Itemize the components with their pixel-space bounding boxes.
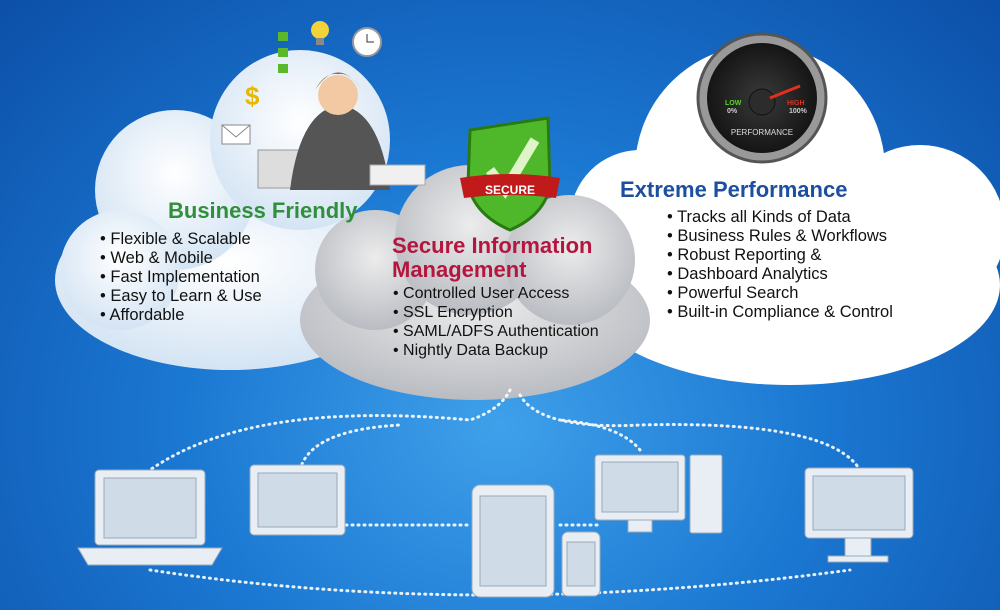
- secure-title: Secure Information Management: [392, 234, 592, 282]
- list-item: Dashboard Analytics: [667, 265, 893, 284]
- clock-icon: [352, 27, 382, 57]
- dollar-icon: $: [245, 81, 260, 111]
- laptop-icon: [77, 469, 223, 566]
- desktop-icon: [594, 454, 723, 534]
- list-item: Built-in Compliance & Control: [667, 303, 893, 322]
- envelope-icon: [221, 124, 251, 145]
- performance-title: Extreme Performance: [620, 177, 848, 202]
- lightbulb-icon: [311, 21, 329, 45]
- list-item: Tracks all Kinds of Data: [667, 208, 893, 227]
- performance-list: Tracks all Kinds of Data Business Rules …: [667, 208, 893, 322]
- tablet-icon: [471, 484, 555, 598]
- list-item: Controlled User Access: [393, 284, 599, 303]
- svg-text:LOW: LOW: [725, 100, 742, 107]
- svg-text:PERFORMANCE: PERFORMANCE: [731, 128, 793, 137]
- secure-title-line1: Secure Information: [392, 233, 593, 258]
- list-item: SSL Encryption: [393, 303, 599, 322]
- list-item: Web & Mobile: [100, 249, 262, 268]
- phone-icon: [561, 531, 601, 597]
- secure-list: Controlled User Access SSL Encryption SA…: [393, 284, 599, 360]
- list-item: Business Rules & Workflows: [667, 227, 893, 246]
- svg-text:HIGH: HIGH: [787, 100, 805, 107]
- monitor-icon: [249, 464, 346, 536]
- gauge-high-pct: 100%: [789, 108, 807, 115]
- svg-text:SECURE: SECURE: [485, 183, 535, 197]
- list-item: Powerful Search: [667, 284, 893, 303]
- list-item: Easy to Learn & Use: [100, 287, 261, 306]
- monitor-icon: [804, 467, 914, 563]
- list-item: Affordable: [100, 306, 262, 325]
- list-item: Nightly Data Backup: [393, 341, 599, 360]
- business-friendly-title: Business Friendly: [168, 198, 358, 223]
- secure-title-line2: Management: [392, 257, 527, 282]
- gauge-low-pct: 0%: [727, 108, 738, 115]
- list-item: Robust Reporting &: [667, 246, 893, 265]
- list-item: Flexible & Scalable: [100, 230, 262, 249]
- business-list: Flexible & Scalable Web & Mobile Fast Im…: [100, 230, 262, 325]
- checklist-icon: [278, 32, 288, 73]
- performance-gauge-icon: PERFORMANCE LOW HIGH: [696, 32, 828, 164]
- list-item: SAML/ADFS Authentication: [393, 322, 599, 341]
- list-item: Fast Implementation: [100, 268, 262, 287]
